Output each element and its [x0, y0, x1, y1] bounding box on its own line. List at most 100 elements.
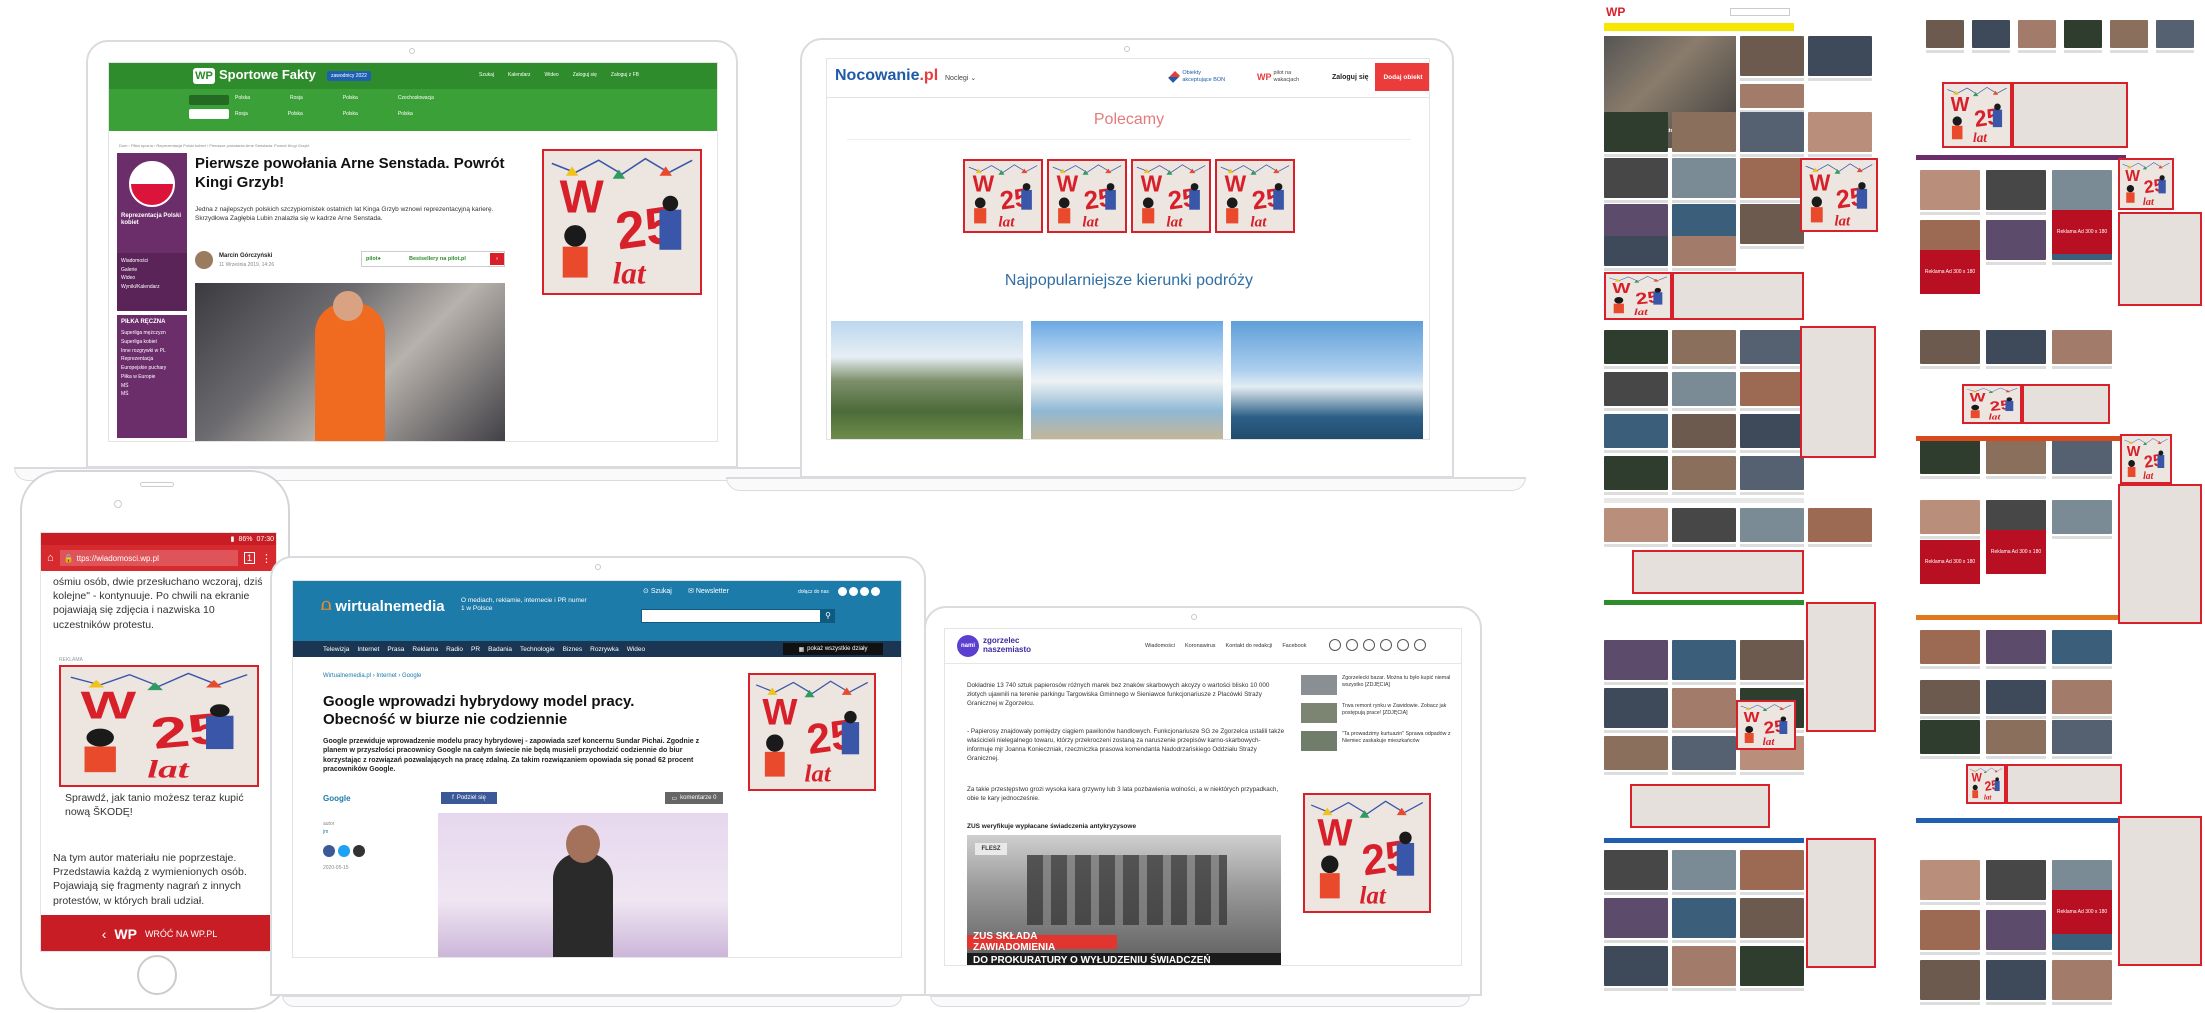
nav-login-fb[interactable]: Zaloguj z FB	[611, 72, 639, 78]
twitter-icon[interactable]	[338, 845, 350, 857]
nav-item[interactable]: Internet	[357, 646, 379, 653]
news-thumbnail[interactable]	[1986, 170, 2046, 210]
news-thumbnail[interactable]	[1920, 680, 1980, 714]
nav-video[interactable]: Wideo	[545, 72, 559, 78]
ad-slot-frame[interactable]	[2118, 212, 2202, 306]
sidebar-link[interactable]: Wyniki/Kalendarz	[121, 283, 183, 292]
news-thumbnail[interactable]	[1604, 946, 1668, 986]
news-thumbnail[interactable]	[1740, 372, 1804, 406]
sportowe-logo[interactable]: WP Sportowe Fakty	[193, 67, 316, 84]
promo-25-lat[interactable]: W 25 lat	[2118, 158, 2174, 210]
nav-item[interactable]: PR	[471, 646, 480, 653]
nav-item[interactable]: Koronawirus	[1185, 643, 1216, 649]
wm-search-button[interactable]: ⚲	[821, 609, 835, 623]
promo-25-lat[interactable]: W 25 lat	[1604, 272, 1672, 320]
team-name[interactable]: Rosja	[290, 95, 303, 101]
section-header[interactable]	[1916, 155, 2126, 160]
sidebar-link[interactable]: MŚ	[121, 382, 183, 391]
linkedin-icon[interactable]	[860, 587, 869, 596]
news-thumbnail[interactable]	[1604, 456, 1668, 490]
twitter-icon[interactable]	[849, 587, 858, 596]
news-thumbnail[interactable]	[1740, 330, 1804, 364]
news-thumbnail[interactable]	[1920, 500, 1980, 534]
news-thumbnail[interactable]	[1672, 736, 1736, 770]
article-photo[interactable]	[438, 813, 728, 957]
news-thumbnail[interactable]	[1986, 440, 2046, 474]
promo-25-lat[interactable]: W 25 lat	[1131, 159, 1211, 233]
news-thumbnail[interactable]	[1920, 440, 1980, 474]
news-thumbnail[interactable]	[2052, 680, 2112, 714]
news-thumbnail[interactable]	[1986, 680, 2046, 714]
news-thumbnail[interactable]	[2052, 500, 2112, 534]
news-thumbnail[interactable]	[1604, 372, 1668, 406]
menu-icon[interactable]: ⋮	[261, 552, 272, 565]
nav-item[interactable]: Technologie	[520, 646, 555, 653]
news-thumbnail[interactable]	[1808, 112, 1872, 152]
news-thumbnail[interactable]	[1672, 508, 1736, 542]
youtube-icon[interactable]	[871, 587, 880, 596]
tabs-icon[interactable]: 1	[243, 552, 255, 564]
news-thumbnail[interactable]	[1604, 898, 1668, 938]
news-thumbnail[interactable]	[1986, 960, 2046, 1000]
news-thumbnail[interactable]	[1986, 860, 2046, 900]
news-thumbnail[interactable]	[1740, 414, 1804, 448]
nav-item[interactable]: Biznes	[563, 646, 583, 653]
news-thumbnail[interactable]	[1672, 850, 1736, 890]
facebook-icon[interactable]	[1329, 639, 1341, 651]
news-thumbnail[interactable]	[1604, 236, 1668, 266]
ad-placeholder[interactable]: Reklama Ad 300 x 180	[1920, 250, 1980, 294]
zg-logo[interactable]: nami zgorzelec naszemiasto	[957, 635, 1043, 657]
ad-slot-frame[interactable]	[1806, 838, 1876, 968]
nav-login[interactable]: Zaloguj się	[573, 72, 597, 78]
kids-badge[interactable]: zawodnicy 2022	[327, 71, 371, 81]
weather-icon[interactable]	[1380, 639, 1392, 651]
wm-search-input[interactable]	[641, 609, 821, 623]
news-thumbnail[interactable]	[1604, 330, 1668, 364]
news-thumbnail[interactable]	[1808, 36, 1872, 76]
ad-placeholder[interactable]: Reklama Ad 300 x 180	[2052, 890, 2112, 934]
news-thumbnail[interactable]	[2052, 170, 2112, 210]
news-thumbnail[interactable]	[1808, 508, 1872, 542]
nav-item[interactable]: Facebook	[1282, 643, 1306, 649]
news-thumbnail[interactable]	[1672, 158, 1736, 198]
promo-25-lat[interactable]: W 25 lat	[963, 159, 1043, 233]
ad-slot-frame[interactable]	[2012, 82, 2128, 148]
phone-home-button[interactable]	[137, 955, 177, 995]
promo-25-lat[interactable]: W 25 lat	[1215, 159, 1295, 233]
news-thumbnail[interactable]	[1986, 220, 2046, 260]
news-thumbnail[interactable]	[2110, 20, 2148, 48]
promo-25-lat[interactable]: W 25 lat	[748, 673, 876, 791]
news-thumbnail[interactable]	[2156, 20, 2194, 48]
news-thumbnail[interactable]	[1604, 508, 1668, 542]
nav-item[interactable]: Wideo	[627, 646, 645, 653]
list-item[interactable]: Zgorzelecki bazar. Można tu było kupić n…	[1301, 675, 1461, 695]
wm-newsletter-link[interactable]: ✉ Newsletter	[688, 587, 729, 595]
nocowanie-logo[interactable]: Nocowanie.pl	[835, 67, 938, 85]
mail-icon[interactable]	[353, 845, 365, 857]
article-photo[interactable]	[195, 283, 505, 441]
news-thumbnail[interactable]	[1920, 720, 1980, 754]
sidebar-link[interactable]: Wiadomości	[121, 257, 183, 266]
promo-25-lat[interactable]: W 25 lat	[1303, 793, 1431, 913]
news-thumbnail[interactable]	[1604, 850, 1668, 890]
url-field[interactable]: 🔒 ttps://wiadomosci.wp.pl	[59, 550, 238, 566]
ad-slot-frame[interactable]	[2006, 764, 2122, 804]
promo-25-lat[interactable]: W 25 lat	[1966, 764, 2006, 804]
share-button[interactable]: f Podziel się	[441, 792, 497, 804]
breadcrumb[interactable]: Wirtualnemedia.pl › Internet › Google	[323, 673, 421, 679]
ad-placeholder[interactable]: Reklama Ad 300 x 180	[1920, 540, 1980, 584]
team-name[interactable]: Polska	[398, 111, 413, 117]
news-thumbnail[interactable]	[1740, 158, 1804, 198]
breadcrumb[interactable]: Dom › Piłka ręczna › Reprezentacja Polsk…	[119, 143, 499, 151]
news-thumbnail[interactable]	[1672, 640, 1736, 680]
news-thumbnail[interactable]	[1740, 508, 1804, 542]
rss-icon[interactable]	[1363, 639, 1375, 651]
section-header[interactable]	[1916, 615, 2126, 620]
news-thumbnail[interactable]	[1986, 910, 2046, 950]
login-link[interactable]: Zaloguj się	[1332, 74, 1369, 81]
ad-placeholder[interactable]: Reklama Ad 300 x 180	[1986, 530, 2046, 574]
wm-search-link[interactable]: ⊙ Szukaj	[643, 587, 672, 595]
ad-slot-frame[interactable]	[1630, 784, 1770, 828]
section-header[interactable]	[1604, 498, 1804, 503]
all-sections-button[interactable]: ▦ pokaż wszystkie działy	[783, 643, 883, 655]
